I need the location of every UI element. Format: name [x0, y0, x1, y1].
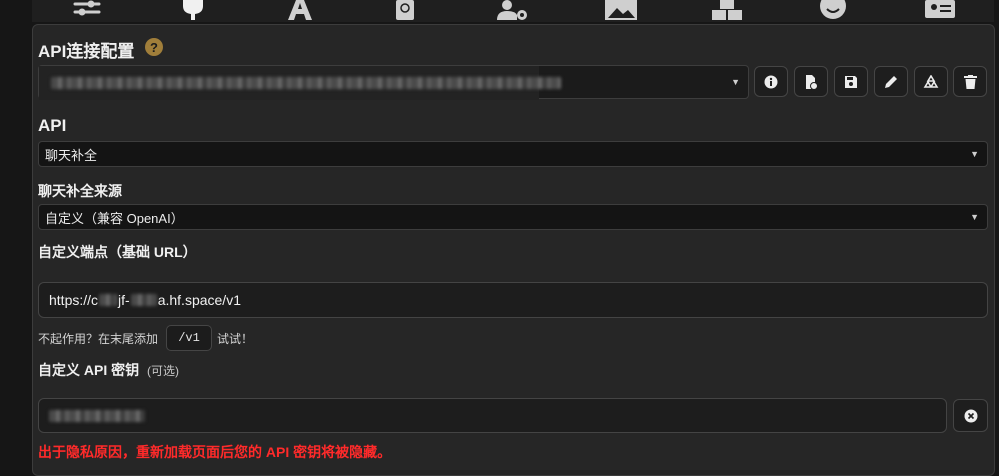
trash-icon	[963, 74, 977, 89]
save-profile-button[interactable]	[834, 66, 868, 97]
cubes-icon[interactable]	[709, 0, 745, 22]
id-card-icon[interactable]	[922, 0, 958, 22]
api-connection-title: API连接配置	[38, 42, 135, 61]
api-key-optional: (可选)	[147, 364, 180, 378]
endpoint-hint-prefix: 不起作用？在末尾添加	[38, 332, 159, 346]
api-key-label-text: 自定义 API 密钥	[38, 362, 140, 378]
chat-source-selected-value: 自定义（兼容 OpenAI）	[45, 210, 184, 226]
book-icon[interactable]	[387, 0, 423, 22]
sliders-icon[interactable]	[69, 0, 105, 22]
delete-profile-button[interactable]	[953, 66, 987, 97]
endpoint-url-input[interactable]: https://c jf- a.hf.space/v1	[38, 282, 988, 318]
profile-file-button[interactable]	[794, 66, 828, 97]
api-select[interactable]: 聊天补全 ▼	[38, 141, 988, 167]
api-key-masked	[49, 409, 145, 422]
chevron-down-icon: ▼	[731, 77, 740, 87]
user-gear-icon[interactable]	[494, 0, 530, 22]
reload-profile-button[interactable]	[914, 66, 948, 97]
profile-name-blurred	[51, 77, 561, 89]
api-selected-value: 聊天补全	[45, 147, 98, 163]
endpoint-url-suffix: a.hf.space/v1	[157, 292, 241, 308]
chat-source-select[interactable]: 自定义（兼容 OpenAI） ▼	[38, 204, 988, 230]
info-icon	[764, 75, 778, 88]
api-key-privacy-warning: 出于隐私原因，重新加载页面后您的 API 密钥将被隐藏。	[38, 444, 392, 460]
chevron-down-icon: ▼	[970, 149, 979, 159]
api-key-input[interactable]	[38, 398, 947, 433]
top-nav	[32, 0, 994, 22]
save-icon	[845, 75, 857, 88]
smiley-icon[interactable]	[815, 0, 851, 22]
connection-profile-select[interactable]: ▼	[38, 65, 749, 100]
endpoint-url-mid: jf-	[118, 292, 130, 308]
plug-icon[interactable]	[175, 0, 211, 22]
endpoint-hint-code: /v1	[166, 325, 212, 351]
profile-info-button[interactable]	[754, 66, 788, 97]
endpoint-url-blur-1	[99, 294, 118, 306]
file-gear-icon	[806, 74, 818, 89]
endpoint-url-blur-2	[130, 294, 157, 306]
api-key-label: 自定义 API 密钥 (可选)	[38, 360, 179, 380]
endpoint-label: 自定义端点（基础 URL）	[38, 244, 197, 260]
image-icon[interactable]	[603, 0, 639, 22]
chevron-down-icon: ▼	[970, 212, 979, 222]
clear-api-key-button[interactable]	[953, 399, 988, 432]
font-icon[interactable]	[282, 0, 318, 22]
help-icon[interactable]: ?	[145, 38, 163, 56]
endpoint-hint-suffix: 试试！	[217, 332, 254, 346]
close-circle-icon	[964, 409, 977, 422]
pencil-icon	[885, 75, 897, 88]
recycle-icon	[923, 74, 939, 88]
chat-source-label: 聊天补全来源	[38, 183, 122, 199]
endpoint-url-prefix: https://c	[49, 292, 99, 308]
api-label: API	[38, 116, 67, 135]
rename-profile-button[interactable]	[874, 66, 908, 97]
